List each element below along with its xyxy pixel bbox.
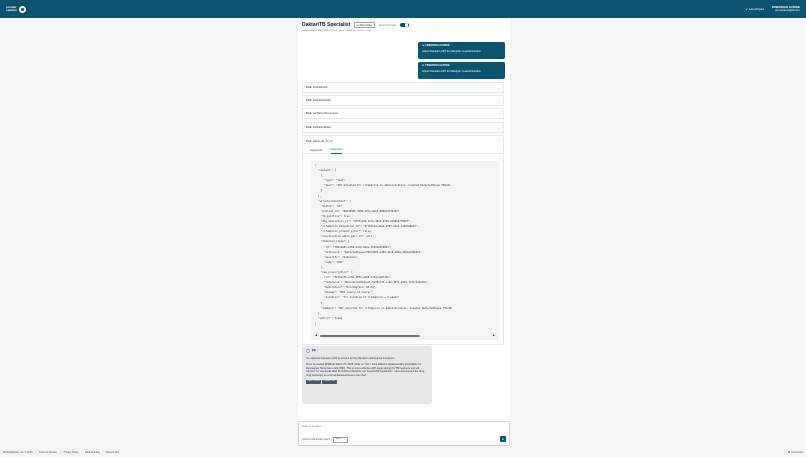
user-message-card: ⚇ FRIEDRICH GORKE Adjust Damask's ART fo…: [418, 42, 505, 59]
scroll-right-icon[interactable]: ▶: [493, 334, 495, 337]
show-tool-calls-label: Show Tool Calls: [378, 23, 396, 27]
tool-call-title: Tool: findPatientId: [306, 86, 327, 89]
prompt-input[interactable]: [302, 424, 452, 428]
chevron-down-icon[interactable]: ⌄: [497, 112, 500, 116]
terms-link[interactable]: Terms of Service: [39, 451, 57, 454]
logo[interactable]: prompt opinion: [6, 5, 26, 13]
tool-call-row[interactable]: Tool: GetPatientDocuments ⌄: [302, 108, 504, 119]
agent-select[interactable]: None ⌄: [332, 437, 349, 443]
copyright: PromptOpinion, Inc. © 2025: [3, 450, 33, 454]
tab-arguments[interactable]: Arguments: [310, 147, 323, 154]
tool-call-row[interactable]: Tool: findPatientId ⌄: [302, 82, 504, 93]
assistant-message: PE I've adjusted Damask's ART to account…: [302, 346, 432, 404]
tool-call-title: Tool: adjust_art_for_rif: [306, 140, 332, 143]
person-icon: ⚇: [422, 44, 425, 47]
assistant-name: PE: [312, 348, 316, 353]
tool-name: findPatientId: [312, 86, 328, 89]
logo-text: prompt opinion: [6, 5, 17, 12]
tool-prefix: Tool:: [306, 112, 313, 115]
launchpad-link[interactable]: ➶ Launchpad: [745, 7, 763, 11]
docs-link[interactable]: Docs & Tips: [106, 451, 119, 454]
prompt-composer: Connect with another agent: None ⌄ ➤: [298, 421, 510, 446]
launchpad-label: Launchpad: [748, 7, 764, 11]
tool-prefix: Tool:: [306, 99, 313, 102]
divider: |: [59, 450, 61, 454]
tool-call-row[interactable]: Tool: GetPatientData ⌄: [302, 122, 504, 133]
scrollbar-thumb[interactable]: [319, 334, 420, 337]
web-finder-label: Web Finder: [359, 23, 373, 27]
agent-title: DaktariTB Specialist: [302, 22, 351, 28]
response-code-block: { "content": [ { "type": "text", "text":…: [311, 161, 499, 340]
chevron-down-icon[interactable]: ⌄: [497, 126, 500, 130]
person-icon: ⚇: [422, 64, 425, 67]
tool-call-title: Tool: GetPatientData: [306, 126, 331, 129]
token-badges: Input: 32985 Output: 560: [306, 380, 428, 385]
user-message-card: ⚇ FRIEDRICH GORKE Adjust Damask's ART fo…: [418, 62, 505, 79]
chevron-down-icon[interactable]: ⌄: [497, 99, 500, 103]
footer-links: PromptOpinion, Inc. © 2025 | Terms of Se…: [3, 451, 119, 454]
chat-panel: DaktariTB Specialist ⊕ Web Finder Show T…: [298, 18, 510, 446]
tool-name: GetPatientDocuments: [312, 112, 339, 115]
agent-subtitle: Patient/Session BRIBI NBA 2021-14 · clie…: [302, 30, 372, 32]
chevron-up-icon[interactable]: ⌃: [498, 140, 500, 143]
tool-call-title: Tool: GetPatientData: [306, 99, 331, 102]
footer: PromptOpinion, Inc. © 2025 | Terms of Se…: [0, 447, 806, 457]
send-button[interactable]: ➤: [500, 436, 506, 442]
user-message-name: FRIEDRICH GORKE: [425, 44, 450, 47]
user-message-header: ⚇ FRIEDRICH GORKE: [422, 64, 501, 67]
top-bar: prompt opinion ➶ Launchpad FRIEDRICH GOR…: [0, 0, 806, 18]
send-icon: ➤: [501, 437, 505, 441]
status-dot-icon: [788, 451, 791, 453]
tool-call-title: Tool: GetPatientDocuments: [306, 112, 338, 115]
user-message-text: Adjust Damask's ART for rifampicin co-ad…: [422, 50, 482, 53]
rocket-icon: ➶: [745, 7, 748, 11]
chevron-down-icon[interactable]: ⌄: [497, 86, 500, 90]
user-message-text: Adjust Damask's ART for rifampicin co-ad…: [422, 70, 482, 73]
divider: |: [102, 450, 104, 454]
tool-call-expanded: Tool: adjust_art_for_rif ⌃ Arguments Res…: [302, 135, 504, 345]
tool-name: GetPatientData: [312, 126, 331, 129]
tool-prefix: Tool:: [306, 140, 313, 143]
tool-tabs: Arguments Response: [303, 147, 503, 154]
privacy-link[interactable]: Privacy Policy: [64, 451, 79, 454]
show-tool-calls-toggle[interactable]: [399, 22, 409, 28]
assistant-message-header: PE: [306, 348, 428, 353]
tool-call-row[interactable]: Tool: adjust_art_for_rif ⌃: [303, 136, 503, 147]
agent-select-label: Connect with another agent:: [302, 438, 331, 441]
scroll-left-icon[interactable]: ◀: [315, 334, 317, 337]
tab-response[interactable]: Response: [330, 147, 343, 154]
agent-select-row: Connect with another agent: None ⌄: [302, 437, 349, 443]
input-token-badge: Input: 32985: [306, 380, 322, 385]
logo-line-2: opinion: [6, 8, 17, 12]
connection-status-label: Connected: [791, 450, 803, 454]
avatar: [306, 349, 310, 353]
globe-icon: ⊕: [356, 23, 359, 27]
divider: |: [35, 450, 37, 454]
logo-mark-icon: [18, 5, 26, 13]
topbar-right: ➶ Launchpad FRIEDRICH GORKE pet entrance…: [745, 5, 800, 12]
data-deletion-link[interactable]: Data Deletion: [85, 451, 100, 454]
tool-prefix: Tool:: [306, 126, 313, 129]
chevron-down-icon: ⌄: [343, 439, 346, 442]
agent-header: DaktariTB Specialist ⊕ Web Finder Show T…: [302, 22, 409, 28]
agent-select-value: None: [335, 438, 341, 441]
tool-prefix: Tool:: [306, 86, 313, 89]
web-finder-button[interactable]: ⊕ Web Finder: [354, 22, 375, 28]
user-message-header: ⚇ FRIEDRICH GORKE: [422, 44, 501, 47]
user-menu[interactable]: FRIEDRICH GORKE pet entrance@home.t: [772, 5, 800, 12]
user-subtitle: pet entrance@home.t: [775, 9, 800, 12]
assistant-paragraph-1: I've adjusted Damask's ART to account fo…: [306, 357, 396, 360]
connection-status: Connected: [788, 451, 803, 454]
tool-name: adjust_art_for_rif: [312, 140, 333, 143]
output-token-badge: Output: 560: [322, 380, 337, 385]
tool-call-row[interactable]: Tool: GetPatientData ⌄: [302, 95, 504, 106]
horizontal-scrollbar[interactable]: ◀ ▶: [315, 334, 495, 337]
assistant-paragraph-2: Since he started RHZE on March 27, 2025,…: [306, 363, 425, 377]
user-message-name: FRIEDRICH GORKE: [425, 64, 450, 67]
response-json: { "content": [ { "type": "text", "text":…: [315, 164, 452, 325]
tool-name: GetPatientData: [312, 99, 331, 102]
divider: |: [81, 450, 83, 454]
